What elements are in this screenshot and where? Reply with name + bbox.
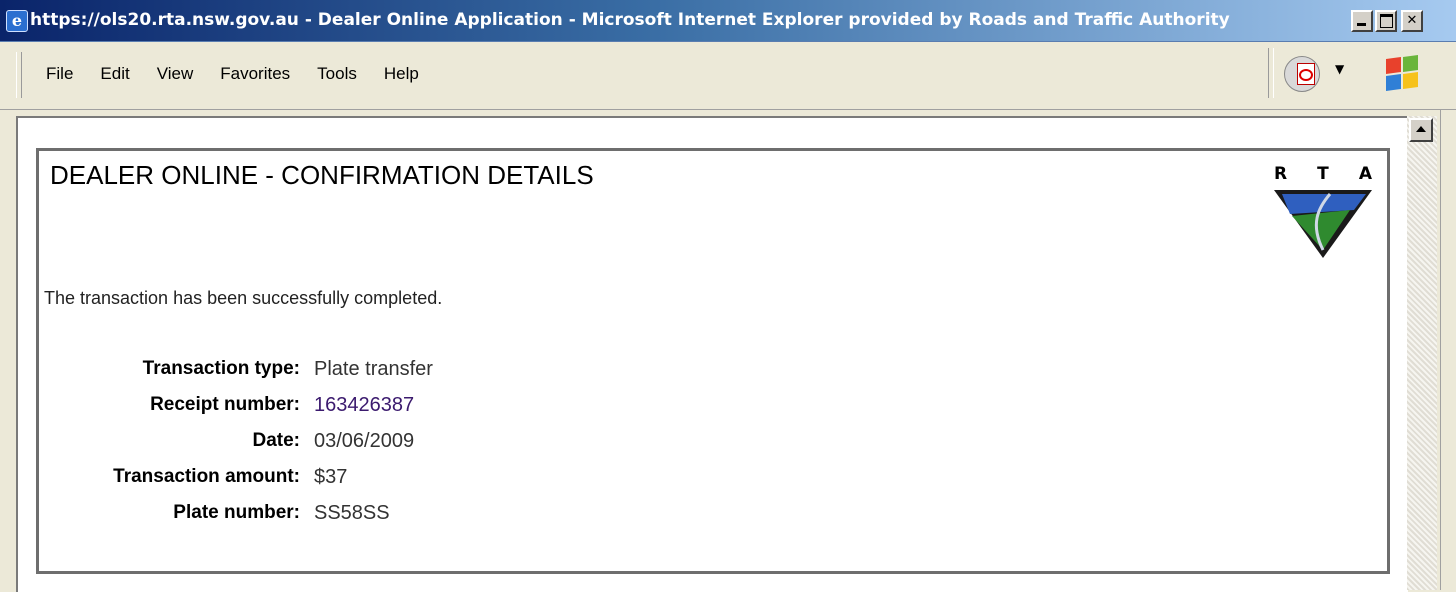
window-frame-right — [1440, 110, 1456, 590]
detail-label: Transaction type: — [142, 358, 300, 379]
page-title: DEALER ONLINE - CONFIRMATION DETAILS — [50, 160, 594, 190]
vertical-scrollbar[interactable] — [1407, 116, 1437, 590]
detail-row: Plate number: SS58SS — [60, 502, 389, 532]
detail-row: Transaction type: Plate transfer — [60, 358, 433, 388]
detail-label: Date: — [252, 430, 300, 451]
detail-row: Transaction amount: $37 — [60, 466, 347, 496]
detail-value: $37 — [314, 466, 348, 488]
chevron-down-icon[interactable]: ▼ — [1335, 62, 1344, 76]
detail-value: 163426387 — [314, 394, 415, 416]
detail-value: 03/06/2009 — [314, 430, 415, 452]
windows-logo-icon — [1384, 54, 1420, 92]
menu-bar: File Edit View Favorites Tools Help ▼ — [0, 42, 1456, 110]
menu-view[interactable]: View — [157, 64, 194, 84]
ie-icon: e — [6, 10, 28, 32]
maximize-icon — [1380, 14, 1393, 28]
detail-label: Transaction amount: — [113, 466, 300, 487]
detail-label: Receipt number: — [150, 394, 300, 415]
detail-value: SS58SS — [314, 502, 390, 524]
toolbar-separator — [1268, 48, 1274, 98]
status-message: The transaction has been successfully co… — [44, 288, 443, 308]
menu-tools[interactable]: Tools — [317, 64, 357, 84]
maximize-button[interactable] — [1375, 10, 1397, 32]
pdf-swirl-icon — [1299, 69, 1313, 81]
menu-file[interactable]: File — [46, 64, 73, 84]
rta-logo-shield-icon — [1274, 190, 1372, 258]
scroll-up-button[interactable] — [1409, 118, 1433, 142]
arrow-up-icon — [1416, 126, 1426, 132]
toolbar-grip[interactable] — [16, 52, 22, 98]
detail-row: Receipt number: 163426387 — [60, 394, 414, 424]
menu-items: File Edit View Favorites Tools Help — [46, 64, 446, 84]
menu-favorites[interactable]: Favorites — [220, 64, 290, 84]
window-title: https://ols20.rta.nsw.gov.au - Dealer On… — [30, 10, 1230, 30]
detail-label: Plate number: — [173, 502, 300, 523]
detail-value: Plate transfer — [314, 358, 433, 380]
minimize-button[interactable] — [1351, 10, 1373, 32]
close-icon: ✕ — [1406, 13, 1418, 28]
close-button[interactable]: ✕ — [1401, 10, 1423, 32]
rta-logo: R T A — [1270, 164, 1376, 262]
detail-row: Date: 03/06/2009 — [60, 430, 414, 460]
menu-help[interactable]: Help — [384, 64, 419, 84]
minimize-icon — [1357, 23, 1366, 26]
window-title-bar[interactable]: e https://ols20.rta.nsw.gov.au - Dealer … — [0, 0, 1456, 42]
pdf-icon[interactable] — [1284, 56, 1320, 92]
menu-edit[interactable]: Edit — [100, 64, 129, 84]
